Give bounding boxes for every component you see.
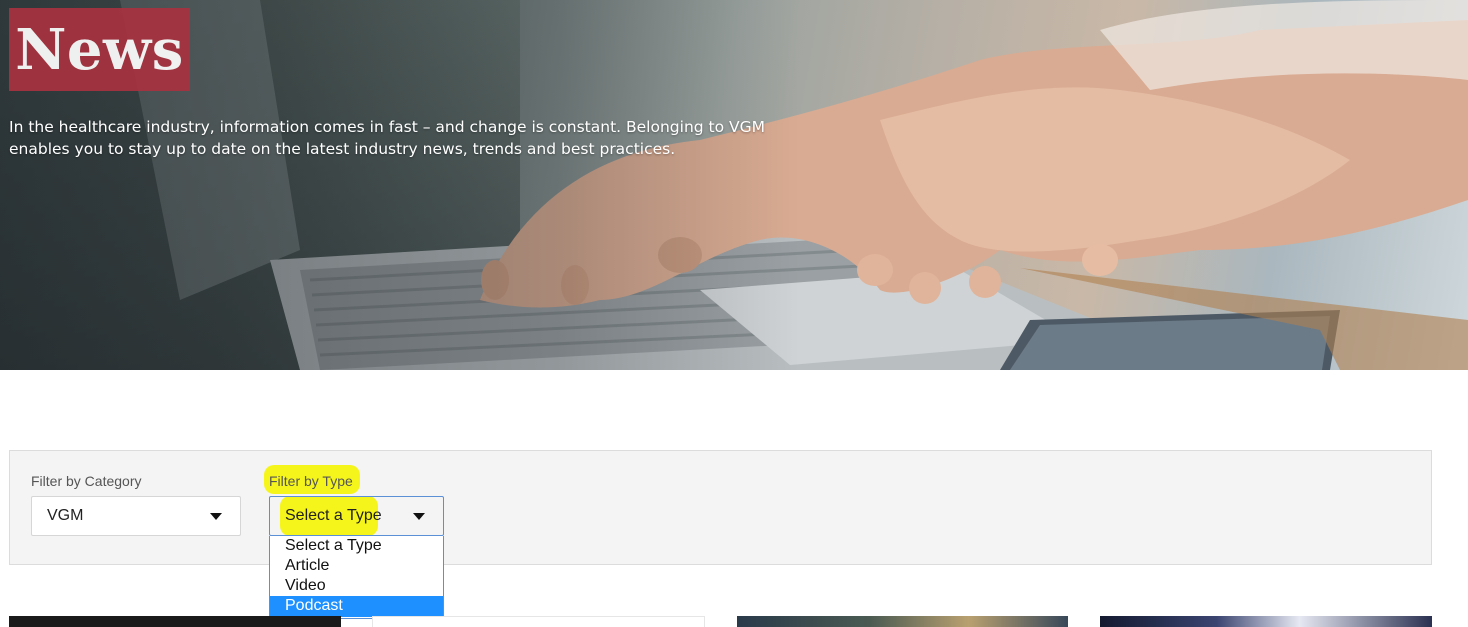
type-option-select[interactable]: Select a Type: [270, 536, 443, 556]
filter-category-label: Filter by Category: [31, 473, 142, 489]
page-title-badge: News: [9, 8, 190, 91]
type-option-video[interactable]: Video: [270, 576, 443, 596]
category-select-value: VGM: [47, 507, 84, 524]
category-select[interactable]: VGM: [31, 496, 241, 536]
news-card-1[interactable]: [9, 616, 341, 627]
page-title: News: [15, 16, 184, 83]
news-card-4[interactable]: [1100, 616, 1432, 627]
type-select-value: Select a Type: [285, 507, 382, 524]
news-card-3[interactable]: [737, 616, 1068, 627]
type-dropdown-list: Select a Type Article Video Podcast: [269, 536, 444, 619]
chevron-down-icon: [413, 513, 425, 520]
type-option-article[interactable]: Article: [270, 556, 443, 576]
hero-description: In the healthcare industry, information …: [9, 118, 766, 158]
news-card-2[interactable]: [372, 616, 705, 627]
type-select[interactable]: Select a Type: [269, 496, 444, 536]
type-option-podcast[interactable]: Podcast: [270, 596, 443, 617]
chevron-down-icon: [210, 513, 222, 520]
filter-type-label: Filter by Type: [269, 473, 353, 489]
hero-banner: News In the healthcare industry, informa…: [0, 0, 1468, 370]
